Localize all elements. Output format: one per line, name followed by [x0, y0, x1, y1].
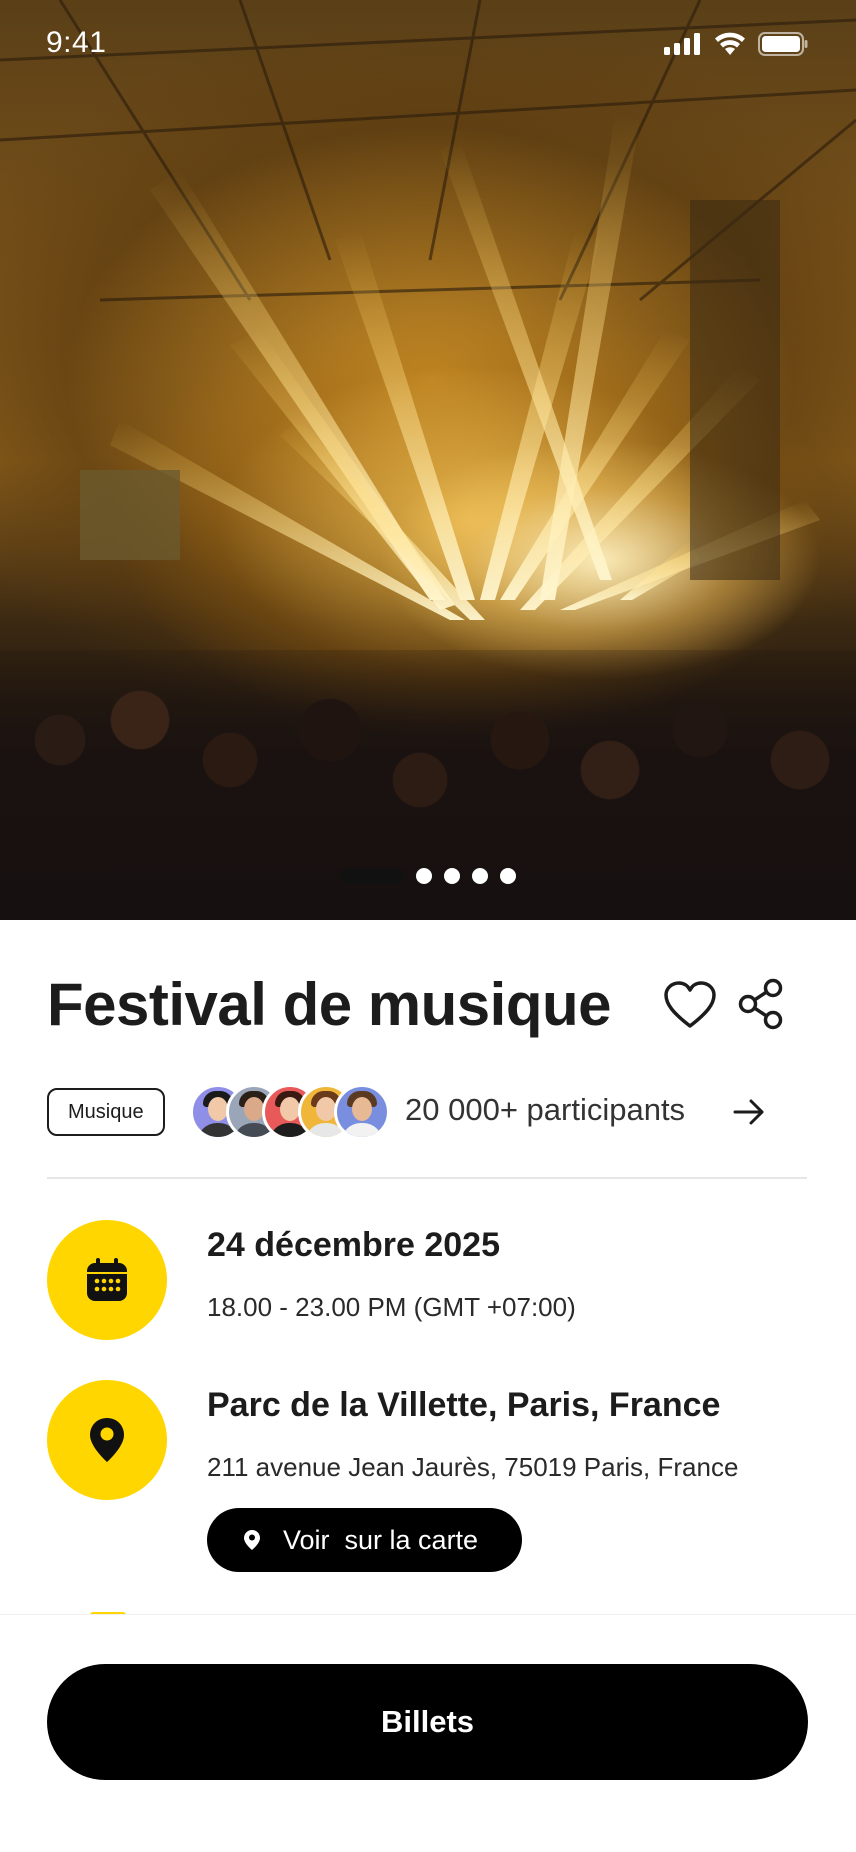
calendar-icon — [87, 1258, 127, 1301]
location-icon-badge — [47, 1380, 167, 1500]
carousel-dot-active[interactable] — [340, 868, 404, 884]
status-icons — [664, 32, 808, 56]
arrow-right-icon — [733, 1099, 764, 1125]
wifi-icon — [715, 32, 745, 55]
cellular-signal-icon — [664, 33, 700, 55]
view-on-map-label: Voir sur la carte — [283, 1524, 479, 1555]
participants-arrow-button[interactable] — [732, 1095, 766, 1129]
location-address: 211 avenue Jean Jaurès, 75019 Paris, Fra… — [207, 1452, 739, 1482]
calendar-icon-badge — [47, 1220, 167, 1340]
carousel-dot[interactable] — [500, 868, 516, 884]
event-title: Festival de musique — [47, 971, 612, 1038]
heart-icon — [664, 981, 716, 1028]
event-date: 24 décembre 2025 — [207, 1226, 500, 1264]
divider — [47, 1177, 807, 1179]
share-icon — [738, 978, 783, 1030]
tickets-button-label: Billets — [380, 1704, 475, 1739]
event-time: 18.00 - 23.00 PM (GMT +07:00) — [207, 1292, 576, 1322]
carousel-pager[interactable] — [0, 868, 856, 884]
view-on-map-button[interactable]: Voir sur la carte — [207, 1508, 522, 1572]
carousel-dot[interactable] — [472, 868, 488, 884]
status-time: 9:41 — [46, 26, 107, 59]
share-button[interactable] — [738, 978, 784, 1030]
avatar — [334, 1084, 390, 1140]
location-name: Parc de la Villette, Paris, France — [207, 1386, 721, 1424]
location-pin-icon — [244, 1530, 260, 1550]
like-button[interactable] — [663, 980, 717, 1030]
location-pin-icon — [90, 1418, 124, 1462]
hero-image[interactable] — [0, 0, 856, 920]
tickets-button[interactable]: Billets — [47, 1664, 808, 1780]
category-tag[interactable]: Musique — [47, 1088, 165, 1136]
carousel-dot[interactable] — [416, 868, 432, 884]
carousel-dot[interactable] — [444, 868, 460, 884]
status-bar: 9:41 — [0, 0, 856, 90]
battery-icon — [758, 32, 808, 56]
participants-count[interactable]: 20 000+ participants — [405, 1092, 685, 1128]
participant-avatars[interactable] — [190, 1084, 390, 1140]
